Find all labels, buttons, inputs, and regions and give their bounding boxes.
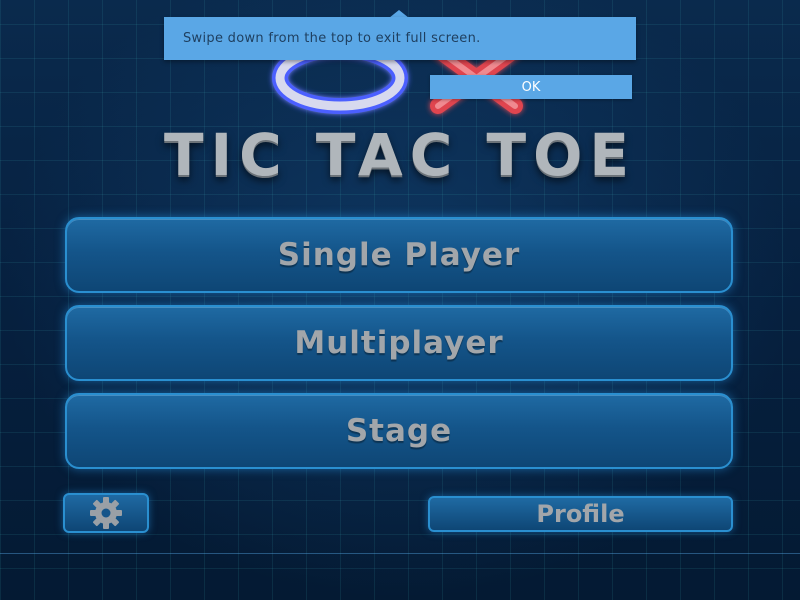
game-title: TIC TAC TOE <box>163 121 637 189</box>
stage-label: Stage <box>345 413 453 449</box>
multiplayer-label: Multiplayer <box>294 325 504 361</box>
settings-button[interactable] <box>63 493 149 533</box>
single-player-label: Single Player <box>277 237 521 273</box>
single-player-button[interactable]: Single Player <box>65 217 733 293</box>
gear-icon <box>90 497 122 529</box>
ok-button[interactable]: OK <box>430 75 632 99</box>
profile-button[interactable]: Profile <box>428 496 733 532</box>
toast-message: Swipe down from the top to exit full scr… <box>183 31 481 46</box>
stage-button[interactable]: Stage <box>65 393 733 469</box>
bottom-divider <box>0 553 800 554</box>
profile-label: Profile <box>536 500 625 528</box>
ok-label: OK <box>521 79 541 95</box>
fullscreen-toast: Swipe down from the top to exit full scr… <box>164 17 636 60</box>
multiplayer-button[interactable]: Multiplayer <box>65 305 733 381</box>
